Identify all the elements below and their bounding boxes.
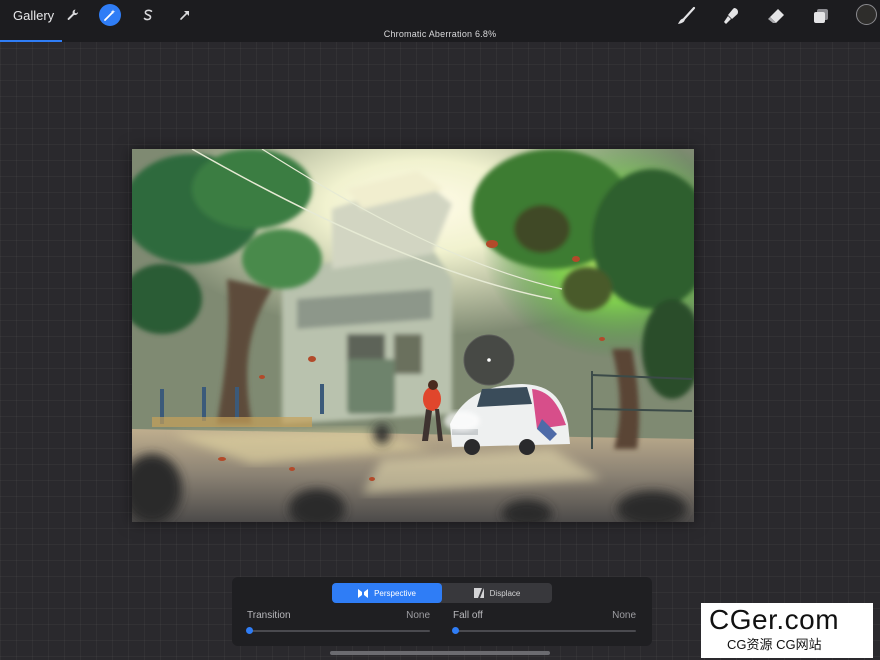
gallery-underline [0,40,62,42]
color-swatch[interactable] [856,4,877,25]
perspective-icon [358,588,369,598]
top-toolbar: Gallery Chromatic Aberration 6.8% [0,0,880,42]
falloff-value: None [612,610,636,621]
falloff-slider-track[interactable] [453,630,636,632]
adjustment-panel: Perspective Displace Transition None Fal… [232,577,652,646]
transition-value: None [406,610,430,621]
eraser-icon[interactable] [764,4,788,28]
watermark: CGer.com CG资源 CG网站 [701,603,873,658]
wrench-icon[interactable] [62,4,84,26]
displace-mode-label: Displace [489,588,521,598]
displace-icon [473,588,484,598]
magic-wand-icon[interactable] [99,4,121,26]
transition-slider-knob[interactable] [246,627,253,634]
home-indicator[interactable] [330,651,550,655]
layers-icon[interactable] [809,4,833,28]
falloff-label: Fall off [453,610,483,621]
watermark-sub: CG资源 CG网站 [727,637,822,652]
watermark-main: CGer.com [709,604,840,635]
perspective-mode-button[interactable]: Perspective [332,583,442,603]
brush-icon[interactable] [674,4,698,28]
displace-mode-button[interactable]: Displace [442,583,552,603]
smudge-icon[interactable] [719,4,743,28]
gallery-button[interactable]: Gallery [13,8,54,24]
selection-icon[interactable] [137,4,159,26]
transition-label: Transition [247,610,291,621]
focus-point-handle[interactable] [463,334,515,386]
mode-segmented-control: Perspective Displace [332,583,552,603]
canvas-artwork[interactable] [132,149,694,522]
transition-slider-track[interactable] [247,630,430,632]
adjustment-title: Chromatic Aberration 6.8% [383,29,497,39]
perspective-mode-label: Perspective [374,588,416,598]
falloff-slider-knob[interactable] [452,627,459,634]
transform-arrow-icon[interactable] [174,4,196,26]
